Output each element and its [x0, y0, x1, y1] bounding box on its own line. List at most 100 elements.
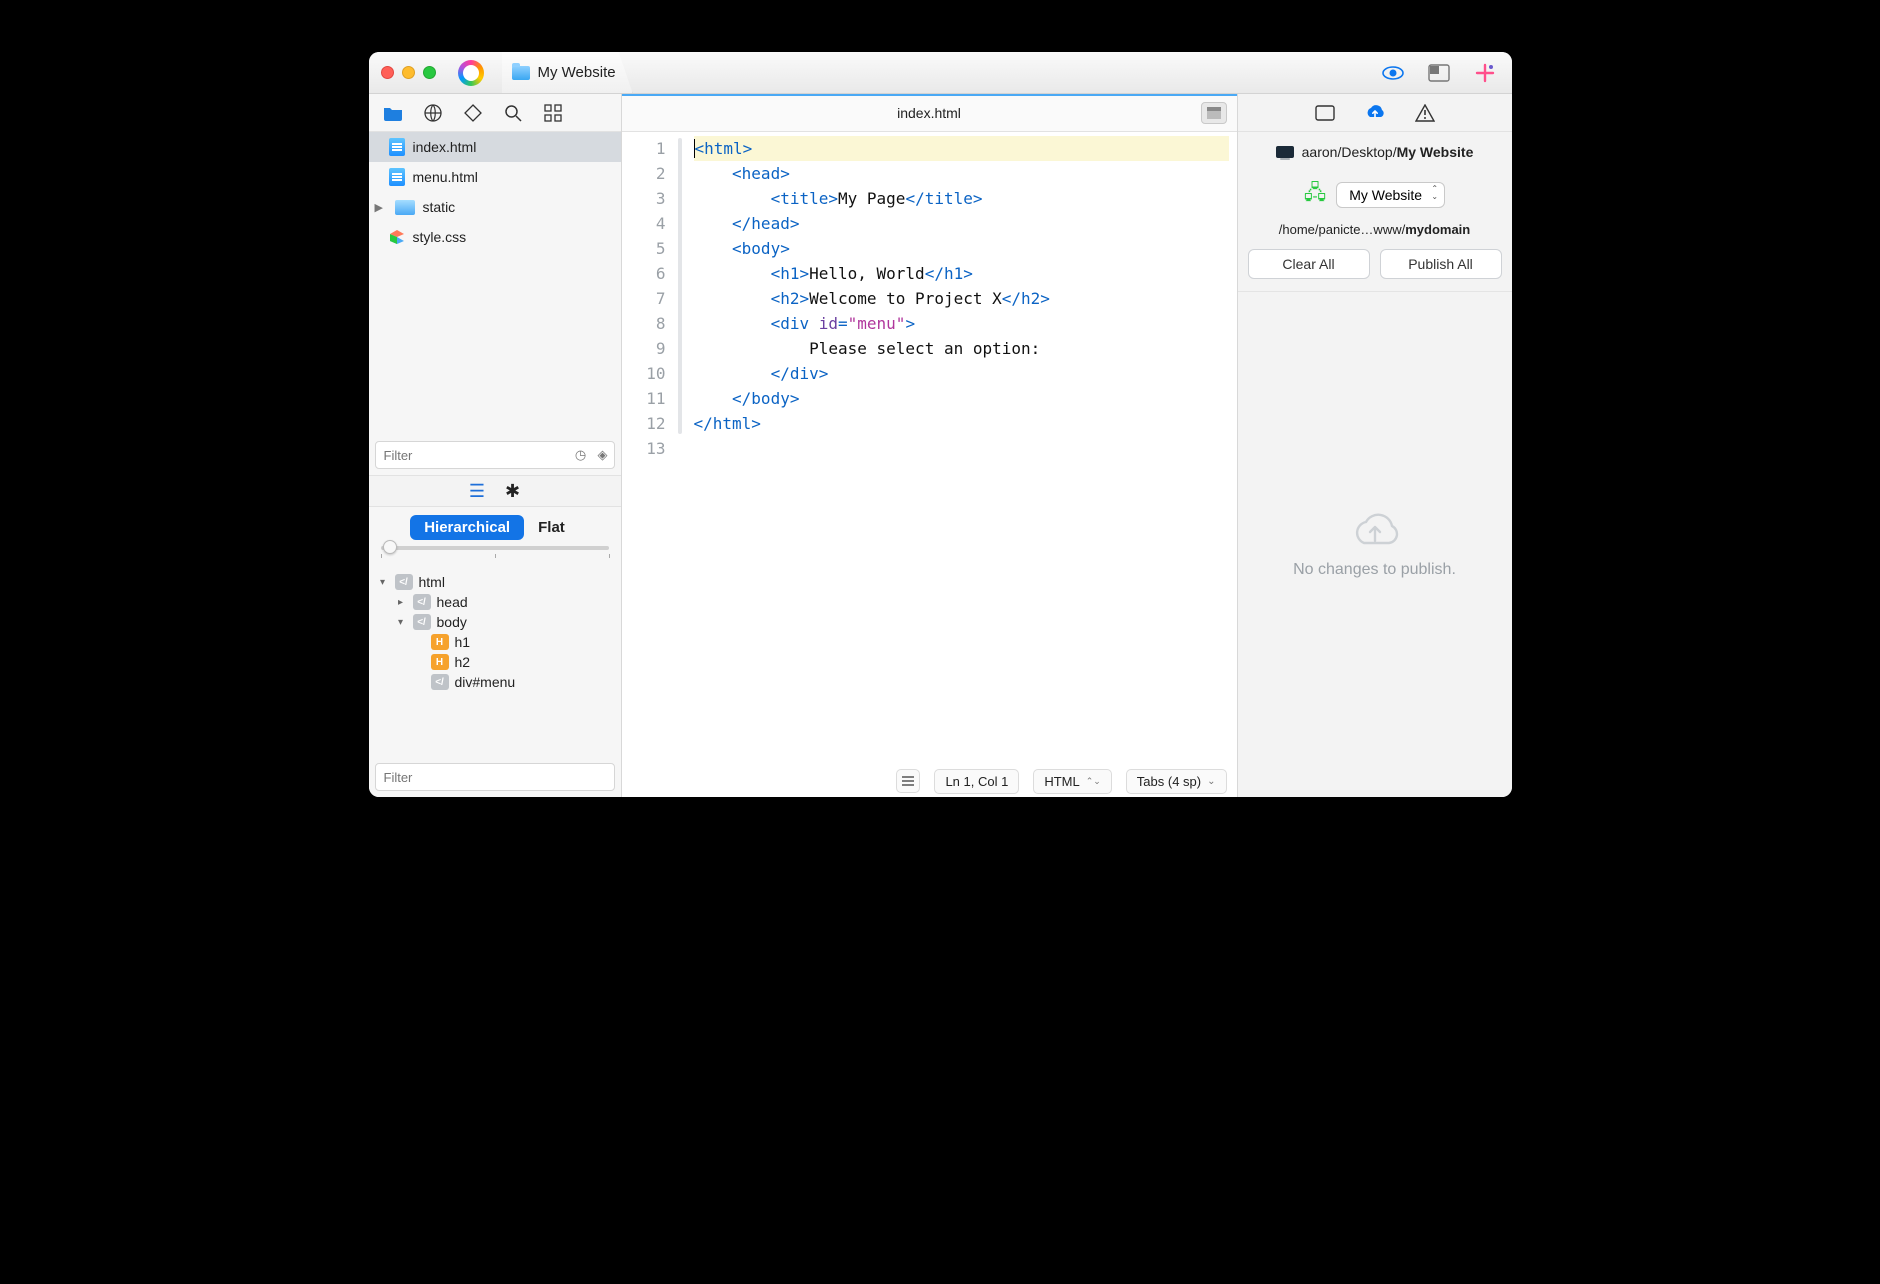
- outline-item-head[interactable]: ▸ </ head: [369, 592, 621, 612]
- indent-selector[interactable]: Tabs (4 sp)⌄: [1126, 769, 1227, 794]
- tag-badge-icon: </: [431, 674, 449, 690]
- hierarchy-icon[interactable]: ☰: [469, 481, 485, 502]
- language-selector[interactable]: HTML ⌃⌄: [1033, 769, 1111, 794]
- publish-tab-icon[interactable]: [1364, 102, 1386, 124]
- tag-badge-icon: </: [413, 594, 431, 610]
- computer-icon: [1276, 146, 1294, 158]
- cursor-position-display[interactable]: Ln 1, Col 1: [934, 769, 1019, 794]
- issues-tab-icon[interactable]: [1414, 102, 1436, 124]
- language-label: HTML: [1044, 774, 1079, 789]
- cloud-upload-icon: [1349, 511, 1401, 551]
- updown-icon: ⌃⌄: [1086, 776, 1101, 787]
- remote-path-display: /home/panicte…www/mydomain: [1238, 222, 1512, 249]
- depth-slider[interactable]: [369, 546, 621, 568]
- outline-item-h1[interactable]: Hh1: [369, 632, 621, 652]
- outline-view-segmented-control: Hierarchical Flat: [369, 507, 621, 546]
- navigator-mode-toolbar: ☰ ✱: [369, 475, 621, 507]
- tag-badge-icon: </: [413, 614, 431, 630]
- server-name-label: My Website: [1349, 187, 1422, 203]
- fold-strip[interactable]: [676, 132, 686, 765]
- right-toolbar: [1238, 94, 1512, 132]
- outline-label: div#menu: [455, 674, 516, 690]
- publish-all-button[interactable]: Publish All: [1380, 249, 1502, 279]
- hierarchical-segment[interactable]: Hierarchical: [410, 515, 524, 540]
- grid-tab-icon[interactable]: [543, 103, 563, 123]
- sidebar-toolbar: [369, 94, 621, 132]
- cursor-position-label: Ln 1, Col 1: [945, 774, 1008, 789]
- empty-message-label: No changes to publish.: [1293, 561, 1456, 579]
- search-tab-icon[interactable]: [503, 103, 523, 123]
- symbols-tab-icon[interactable]: [463, 103, 483, 123]
- remote-tab-icon[interactable]: [423, 103, 443, 123]
- main-area: index.html menu.html ▶ static style.css: [369, 94, 1512, 797]
- clear-all-button[interactable]: Clear All: [1248, 249, 1370, 279]
- file-filter-field[interactable]: ◷ ◈: [375, 441, 615, 469]
- flat-segment[interactable]: Flat: [524, 515, 579, 540]
- project-tab[interactable]: My Website: [502, 52, 633, 93]
- zoom-window-button[interactable]: [423, 66, 436, 79]
- titlebar: My Website: [369, 52, 1512, 94]
- code-editor[interactable]: 12345678910111213 <html> <head> <title>M…: [622, 132, 1237, 765]
- outline-label: body: [437, 614, 467, 630]
- server-dropdown[interactable]: My Website: [1336, 182, 1445, 208]
- outline-label: html: [419, 574, 445, 590]
- html-file-icon: [389, 138, 405, 156]
- folder-icon: [512, 66, 530, 80]
- network-icon: 🖧: [1304, 178, 1326, 212]
- wildcard-icon[interactable]: ✱: [505, 481, 520, 502]
- wrap-toggle-button[interactable]: [896, 769, 920, 793]
- file-row-style-css[interactable]: style.css: [369, 222, 621, 252]
- slider-thumb[interactable]: [383, 540, 397, 554]
- left-sidebar: index.html menu.html ▶ static style.css: [369, 94, 622, 797]
- local-path-label: aaron/Desktop/My Website: [1302, 144, 1474, 160]
- minimize-window-button[interactable]: [402, 66, 415, 79]
- scm-icon[interactable]: ◈: [592, 447, 614, 463]
- files-tab-icon[interactable]: [383, 103, 403, 123]
- code-area[interactable]: <html> <head> <title>My Page</title> </h…: [686, 132, 1237, 765]
- right-sidebar: aaron/Desktop/My Website 🖧 My Website /h…: [1237, 94, 1512, 797]
- outline-item-h2[interactable]: Hh2: [369, 652, 621, 672]
- app-logo-icon: [458, 60, 484, 86]
- outline-item-html[interactable]: ▾ </ html: [369, 572, 621, 592]
- disclosure-open-icon[interactable]: ▾: [395, 617, 407, 628]
- disclosure-arrow-icon[interactable]: ▶: [375, 201, 387, 214]
- publish-empty-state: No changes to publish.: [1238, 292, 1512, 797]
- file-name-label: static: [423, 199, 456, 215]
- line-number-gutter: 12345678910111213: [622, 132, 676, 765]
- css-file-icon: [389, 229, 405, 245]
- file-name-label: index.html: [413, 139, 477, 155]
- clock-icon[interactable]: ◷: [570, 447, 592, 463]
- file-row-index-html[interactable]: index.html: [369, 132, 621, 162]
- close-window-button[interactable]: [381, 66, 394, 79]
- outline-filter-field[interactable]: [375, 763, 615, 791]
- publish-buttons-row: Clear All Publish All: [1238, 249, 1512, 292]
- file-filter-input[interactable]: [376, 448, 570, 463]
- remote-path-prefix: /home/panicte…www/: [1279, 222, 1405, 237]
- outline-label: head: [437, 594, 468, 610]
- outline-item-body[interactable]: ▾ </ body: [369, 612, 621, 632]
- local-tab-icon[interactable]: [1314, 102, 1336, 124]
- editor-pane: index.html 12345678910111213 <html> <hea…: [622, 94, 1237, 797]
- editor-statusbar: Ln 1, Col 1 HTML ⌃⌄ Tabs (4 sp)⌄: [622, 765, 1237, 797]
- file-list: index.html menu.html ▶ static style.css: [369, 132, 621, 252]
- outline-item-divmenu[interactable]: </ div#menu: [369, 672, 621, 692]
- heading-badge-icon: H: [431, 634, 449, 650]
- add-button[interactable]: [1470, 60, 1500, 86]
- outline-filter-input[interactable]: [376, 770, 614, 785]
- disclosure-closed-icon[interactable]: ▸: [395, 597, 407, 608]
- file-name-label: style.css: [413, 229, 467, 245]
- file-name-label: menu.html: [413, 169, 478, 185]
- heading-badge-icon: H: [431, 654, 449, 670]
- chevron-down-icon: ⌄: [1207, 776, 1215, 787]
- editor-header: index.html: [622, 94, 1237, 132]
- disclosure-open-icon[interactable]: ▾: [377, 577, 389, 588]
- html-file-icon: [389, 168, 405, 186]
- local-path-display: aaron/Desktop/My Website: [1238, 132, 1512, 172]
- file-row-menu-html[interactable]: menu.html: [369, 162, 621, 192]
- outline-label: h1: [455, 634, 471, 650]
- minimap-toggle-button[interactable]: [1201, 102, 1227, 124]
- panel-layout-button[interactable]: [1424, 60, 1454, 86]
- file-row-static-folder[interactable]: ▶ static: [369, 192, 621, 222]
- preview-button[interactable]: [1378, 60, 1408, 86]
- tag-badge-icon: </: [395, 574, 413, 590]
